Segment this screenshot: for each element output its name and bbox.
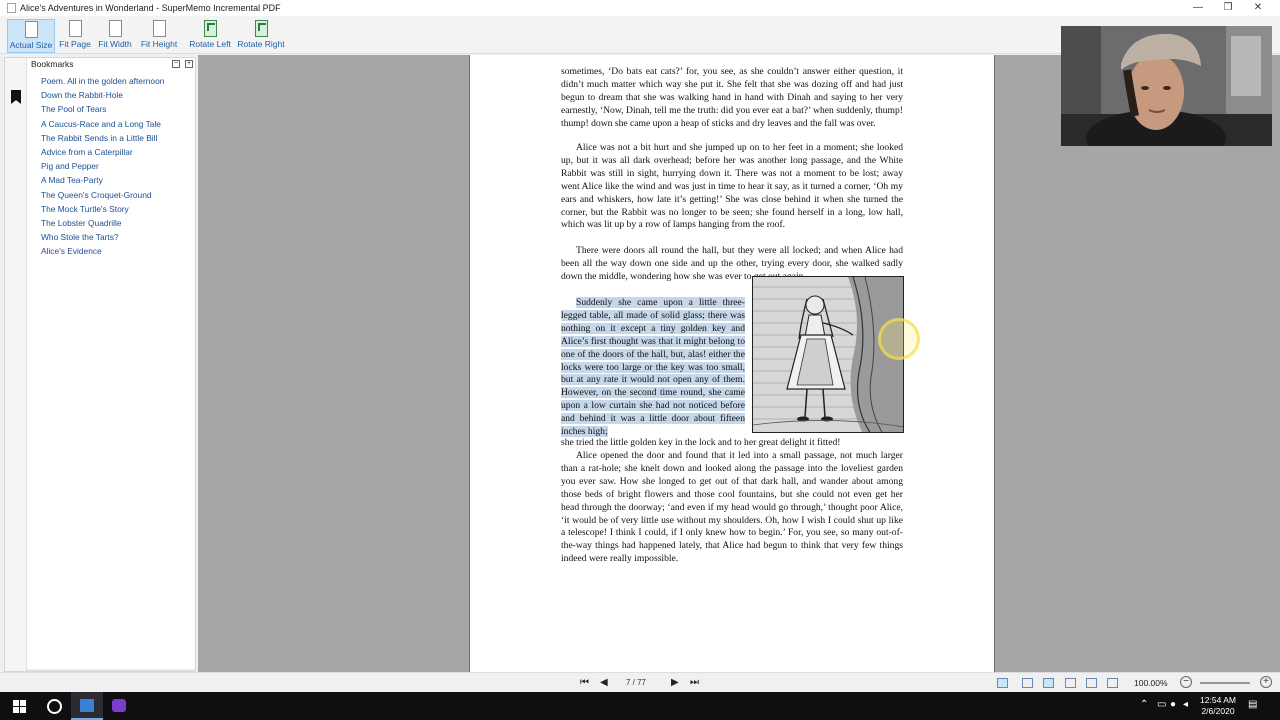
bookmark-item[interactable]: The Mock Turtle's Story <box>41 204 164 218</box>
bookmark-item[interactable]: A Mad Tea-Party <box>41 175 164 189</box>
volume-icon[interactable]: ◂ <box>1183 699 1188 710</box>
webcam-overlay <box>1061 26 1272 146</box>
bookmark-item[interactable]: The Queen's Croquet-Ground <box>41 190 164 204</box>
notifications-icon[interactable]: ▤ <box>1248 699 1257 710</box>
fit-height-button[interactable]: Fit Height <box>139 19 179 53</box>
fit-width-button[interactable]: Fit Width <box>96 19 134 53</box>
clock-time: 12:54 AM <box>1200 695 1236 705</box>
bookmark-item[interactable]: The Lobster Quadrille <box>41 218 164 232</box>
page-paragraph: Alice opened the door and found that it … <box>561 450 903 565</box>
page-icon <box>152 20 166 37</box>
zoom-out-icon[interactable]: − <box>1180 676 1192 688</box>
page-paragraph: sometimes, ‘Do bats eat cats?’ for, you … <box>561 66 903 129</box>
taskbar: ⌃ ▭ ● ◂ 12:54 AM 2/6/2020 ▤ <box>0 692 1280 720</box>
microphone-icon[interactable]: ● <box>1170 699 1176 710</box>
facing-view-icon[interactable] <box>1043 678 1054 688</box>
minimize-button[interactable]: — <box>1183 0 1213 16</box>
pdf-viewer[interactable]: sometimes, ‘Do bats eat cats?’ for, you … <box>198 55 1280 672</box>
next-page-icon[interactable]: ▶ <box>671 677 679 689</box>
cortana-icon[interactable] <box>47 699 62 714</box>
title-bar: Alice's Adventures in Wonderland - Super… <box>0 0 1280 16</box>
previous-page-icon[interactable]: ◀ <box>600 677 608 689</box>
rotate-left-button[interactable]: Rotate Left <box>188 19 232 53</box>
supermemo-icon <box>112 699 126 712</box>
bookmark-list: Poem. All in the golden afternoon Down t… <box>41 76 164 260</box>
cover-view-icon[interactable] <box>1086 678 1097 688</box>
bookmark-icon[interactable] <box>11 90 21 104</box>
bookmarks-panel: Bookmarks − + Poem. All in the golden af… <box>4 57 197 672</box>
page-paragraph: she tried the little golden key in the l… <box>561 437 841 448</box>
bookmark-item[interactable]: Advice from a Caterpillar <box>41 147 164 161</box>
single-page-view-icon[interactable] <box>997 678 1008 688</box>
bookmark-item[interactable]: A Caucus-Race and a Long Tale <box>41 119 164 133</box>
actual-size-button[interactable]: Actual Size <box>7 19 55 53</box>
taskbar-app-explorer[interactable] <box>71 692 103 720</box>
page-icon <box>108 20 122 37</box>
cover-continuous-view-icon[interactable] <box>1107 678 1118 688</box>
bookmark-item[interactable]: Poem. All in the golden afternoon <box>41 76 164 90</box>
window-icon <box>80 699 94 712</box>
pdf-page[interactable]: sometimes, ‘Do bats eat cats?’ for, you … <box>469 55 995 672</box>
bookmark-item[interactable]: Pig and Pepper <box>41 161 164 175</box>
network-icon[interactable]: ▭ <box>1157 699 1166 710</box>
bookmark-item[interactable]: Alice's Evidence <box>41 246 164 260</box>
collapse-all-icon[interactable]: − <box>172 60 180 68</box>
bookmarks-header: Bookmarks <box>31 59 74 69</box>
panel-side-strip <box>5 58 27 671</box>
alice-curtain-illustration <box>752 276 904 433</box>
page-icon <box>68 20 82 37</box>
rotate-left-icon <box>203 20 217 37</box>
rotate-right-icon <box>254 20 268 37</box>
status-bar: ⏮ ◀ 7 / 77 ▶ ⏭ 100.00% − + <box>0 672 1280 692</box>
first-page-icon[interactable]: ⏮ <box>580 677 589 689</box>
panel-scrollbar[interactable] <box>27 669 197 671</box>
highlighted-paragraph: Suddenly she came upon a little three-le… <box>561 297 745 439</box>
zoom-level[interactable]: 100.00% <box>1134 678 1168 688</box>
last-page-icon[interactable]: ⏭ <box>690 677 699 689</box>
show-hidden-icons[interactable]: ⌃ <box>1140 699 1148 710</box>
bookmark-item[interactable]: The Pool of Tears <box>41 104 164 118</box>
close-button[interactable]: ✕ <box>1243 0 1273 16</box>
window-title: Alice's Adventures in Wonderland - Super… <box>20 3 281 13</box>
fit-page-button[interactable]: Fit Page <box>58 19 92 53</box>
taskbar-app-supermemo[interactable] <box>103 692 135 720</box>
text-highlight[interactable]: Suddenly she came upon a little three-le… <box>561 297 745 438</box>
zoom-slider[interactable] <box>1200 682 1250 684</box>
windows-start-icon[interactable] <box>13 700 26 713</box>
continuous-view-icon[interactable] <box>1022 678 1033 688</box>
bookmark-item[interactable]: Down the Rabbit-Hole <box>41 90 164 104</box>
system-clock[interactable]: 12:54 AM 2/6/2020 <box>1196 695 1240 717</box>
clock-date: 2/6/2020 <box>1201 706 1235 716</box>
rotate-right-button[interactable]: Rotate Right <box>237 19 285 53</box>
page-indicator[interactable]: 7 / 77 <box>612 676 660 690</box>
app-icon <box>7 3 16 13</box>
facing-continuous-view-icon[interactable] <box>1065 678 1076 688</box>
page-paragraph: Alice was not a bit hurt and she jumped … <box>561 142 903 231</box>
expand-all-icon[interactable]: + <box>185 60 193 68</box>
mouse-cursor-highlight <box>878 318 920 360</box>
bookmark-item[interactable]: Who Stole the Tarts? <box>41 232 164 246</box>
page-icon <box>24 21 38 38</box>
zoom-in-icon[interactable]: + <box>1260 676 1272 688</box>
bookmark-item[interactable]: The Rabbit Sends in a Little Bill <box>41 133 164 147</box>
maximize-button[interactable]: ❐ <box>1213 0 1243 16</box>
